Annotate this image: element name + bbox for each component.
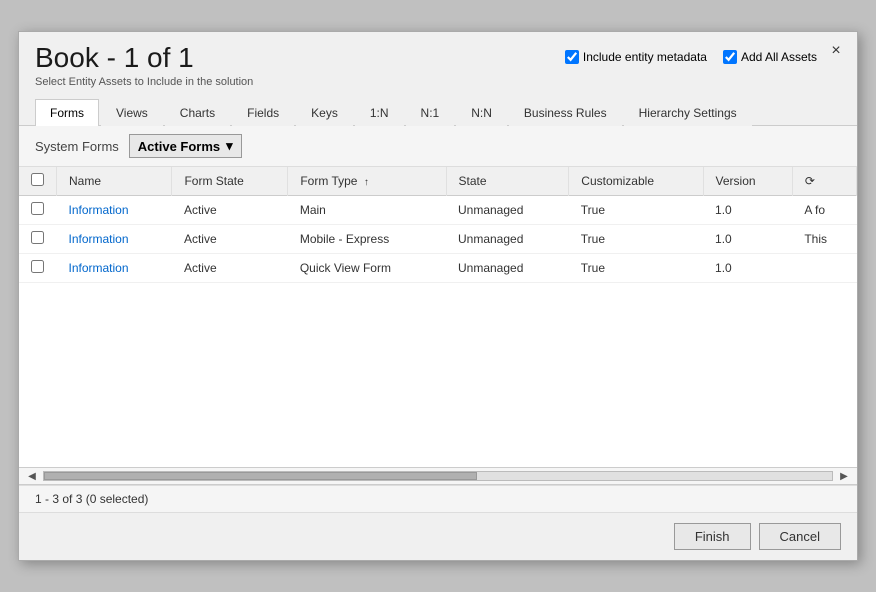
row-form-type-cell: Mobile - Express — [288, 225, 446, 254]
dialog-subtitle: Select Entity Assets to Include in the s… — [35, 76, 841, 88]
row-customizable-cell: True — [569, 196, 703, 225]
add-all-assets-checkbox[interactable] — [723, 50, 737, 64]
scroll-track[interactable] — [43, 471, 833, 481]
row-checkbox[interactable] — [31, 202, 44, 215]
finish-button[interactable]: Finish — [674, 523, 751, 550]
main-dialog: × Book - 1 of 1 Select Entity Assets to … — [18, 31, 858, 561]
horizontal-scrollbar[interactable]: ◀ ▶ — [19, 467, 857, 485]
tab-nn[interactable]: N:N — [456, 99, 507, 126]
tab-1n[interactable]: 1:N — [355, 99, 404, 126]
row-form-state-cell: Active — [172, 196, 288, 225]
system-forms-label: System Forms — [35, 139, 119, 154]
include-metadata-label: Include entity metadata — [583, 50, 707, 64]
include-metadata-checkbox-label[interactable]: Include entity metadata — [565, 50, 707, 64]
dropdown-label: Active Forms — [138, 139, 220, 154]
row-customizable-cell: True — [569, 254, 703, 283]
table-row: Information Active Quick View Form Unman… — [19, 254, 857, 283]
tab-views[interactable]: Views — [101, 99, 163, 126]
header-checkboxes: Include entity metadata Add All Assets — [565, 50, 817, 64]
row-name-link[interactable]: Information — [69, 203, 129, 217]
sort-arrow-icon: ↑ — [364, 177, 369, 188]
tab-n1[interactable]: N:1 — [406, 99, 455, 126]
add-all-assets-label: Add All Assets — [741, 50, 817, 64]
include-metadata-checkbox[interactable] — [565, 50, 579, 64]
row-form-state-cell: Active — [172, 254, 288, 283]
dialog-footer: Finish Cancel — [19, 512, 857, 560]
row-state-cell: Unmanaged — [446, 225, 569, 254]
scroll-thumb[interactable] — [44, 472, 477, 480]
tab-business-rules[interactable]: Business Rules — [509, 99, 622, 126]
refresh-icon[interactable]: ⟳ — [805, 174, 815, 188]
scroll-right-arrow[interactable]: ▶ — [835, 467, 853, 485]
table-header-row: Name Form State Form Type ↑ State Custom… — [19, 167, 857, 196]
status-text: 1 - 3 of 3 (0 selected) — [35, 492, 148, 506]
status-bar: 1 - 3 of 3 (0 selected) — [19, 485, 857, 512]
row-checkbox-cell — [19, 196, 57, 225]
row-state-cell: Unmanaged — [446, 254, 569, 283]
row-checkbox[interactable] — [31, 260, 44, 273]
row-name-cell: Information — [57, 225, 172, 254]
tab-forms[interactable]: Forms — [35, 99, 99, 126]
row-name-link[interactable]: Information — [69, 232, 129, 246]
row-form-type-cell: Main — [288, 196, 446, 225]
col-name: Name — [57, 167, 172, 196]
scroll-left-arrow[interactable]: ◀ — [23, 467, 41, 485]
tab-hierarchy-settings[interactable]: Hierarchy Settings — [624, 99, 752, 126]
row-checkbox-cell — [19, 254, 57, 283]
col-state: State — [446, 167, 569, 196]
row-state-cell: Unmanaged — [446, 196, 569, 225]
add-all-assets-checkbox-label[interactable]: Add All Assets — [723, 50, 817, 64]
row-name-cell: Information — [57, 254, 172, 283]
tab-fields[interactable]: Fields — [232, 99, 294, 126]
tab-keys[interactable]: Keys — [296, 99, 353, 126]
table-row: Information Active Mobile - Express Unma… — [19, 225, 857, 254]
subheader: System Forms Active Forms ▾ — [19, 126, 857, 167]
cancel-button[interactable]: Cancel — [759, 523, 841, 550]
close-button[interactable]: × — [825, 40, 847, 62]
col-check — [19, 167, 57, 196]
row-version-cell: 1.0 — [703, 225, 792, 254]
row-name-link[interactable]: Information — [69, 261, 129, 275]
row-customizable-cell: True — [569, 225, 703, 254]
col-extra: ⟳ — [792, 167, 856, 196]
tabs-bar: Forms Views Charts Fields Keys 1:N N:1 N… — [19, 98, 857, 126]
content-area: System Forms Active Forms ▾ Name Form St… — [19, 126, 857, 512]
col-form-state: Form State — [172, 167, 288, 196]
col-customizable: Customizable — [569, 167, 703, 196]
tab-charts[interactable]: Charts — [165, 99, 230, 126]
active-forms-dropdown[interactable]: Active Forms ▾ — [129, 134, 242, 158]
col-form-type[interactable]: Form Type ↑ — [288, 167, 446, 196]
row-checkbox-cell — [19, 225, 57, 254]
table-container: Name Form State Form Type ↑ State Custom… — [19, 167, 857, 467]
row-form-type-cell: Quick View Form — [288, 254, 446, 283]
row-version-cell: 1.0 — [703, 254, 792, 283]
select-all-checkbox[interactable] — [31, 173, 44, 186]
row-extra-cell: A fo — [792, 196, 856, 225]
row-name-cell: Information — [57, 196, 172, 225]
row-version-cell: 1.0 — [703, 196, 792, 225]
forms-table: Name Form State Form Type ↑ State Custom… — [19, 167, 857, 283]
row-form-state-cell: Active — [172, 225, 288, 254]
row-extra-cell — [792, 254, 856, 283]
table-row: Information Active Main Unmanaged True 1… — [19, 196, 857, 225]
dropdown-chevron-icon: ▾ — [226, 138, 233, 154]
title-bar: × Book - 1 of 1 Select Entity Assets to … — [19, 32, 857, 88]
row-extra-cell: This — [792, 225, 856, 254]
row-checkbox[interactable] — [31, 231, 44, 244]
col-version: Version — [703, 167, 792, 196]
